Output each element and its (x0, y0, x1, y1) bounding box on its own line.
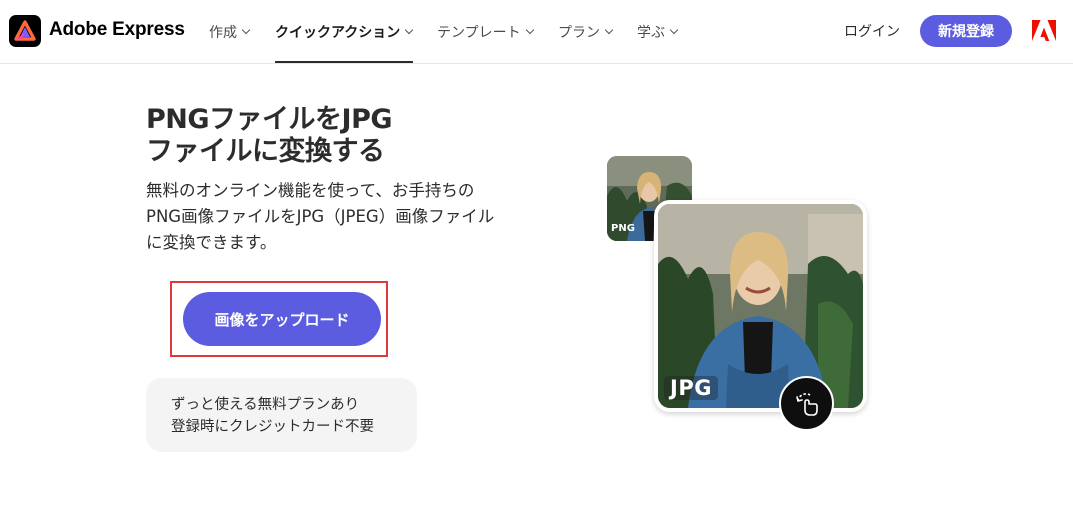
hero-description-line: PNG画像ファイルをJPG（JPEG）画像ファイル (146, 207, 495, 226)
chevron-down-icon (604, 25, 614, 35)
nav-quick-actions-label: クイックアクション (275, 25, 401, 41)
nav-learn[interactable]: 学ぶ (637, 0, 679, 64)
top-nav-bar: Adobe Express 作成 クイックアクション テンプレート プラン 学ぶ… (0, 0, 1073, 64)
chevron-down-icon (669, 25, 679, 35)
chevron-down-icon (405, 25, 414, 35)
nav-learn-label: 学ぶ (637, 25, 665, 41)
jpg-format-tag: JPG (664, 376, 718, 400)
upload-image-button[interactable]: 画像をアップロード (183, 292, 381, 346)
page-title: PNGファイルをJPG ファイルに変換する (146, 104, 526, 168)
nav-create-label: 作成 (209, 25, 237, 41)
no-credit-card-text: 登録時にクレジットカード不要 (171, 419, 374, 435)
nav-create[interactable]: 作成 (209, 0, 251, 64)
adobe-logo-icon[interactable] (1032, 20, 1056, 45)
hero-description-line: に変換できます。 (146, 233, 277, 252)
signup-button[interactable]: 新規登録 (920, 15, 1012, 47)
chevron-down-icon (241, 25, 251, 35)
free-plan-text: ずっと使える無料プランあり (171, 397, 360, 413)
page-title-line: PNGファイルをJPG (146, 104, 393, 135)
convert-hand-icon (779, 376, 834, 431)
page-title-line: ファイルに変換する (146, 136, 385, 167)
brand-name[interactable]: Adobe Express (49, 19, 185, 41)
nav-templates[interactable]: テンプレート (437, 0, 534, 64)
nav-templates-label: テンプレート (437, 25, 521, 41)
free-plan-card: ずっと使える無料プランあり 登録時にクレジットカード不要 (146, 378, 417, 452)
chevron-down-icon (525, 25, 534, 35)
hero-description-line: 無料のオンライン機能を使って、お手持ちの (146, 181, 475, 200)
png-format-tag: PNG (611, 223, 635, 234)
login-link[interactable]: ログイン (844, 21, 900, 41)
hero-description: 無料のオンライン機能を使って、お手持ちの PNG画像ファイルをJPG（JPEG）… (146, 178, 536, 256)
nav-quick-actions[interactable]: クイックアクション (275, 0, 414, 64)
nav-plans-label: プラン (558, 25, 600, 41)
adobe-express-logo-icon[interactable] (9, 15, 41, 47)
nav-plans[interactable]: プラン (558, 0, 614, 64)
